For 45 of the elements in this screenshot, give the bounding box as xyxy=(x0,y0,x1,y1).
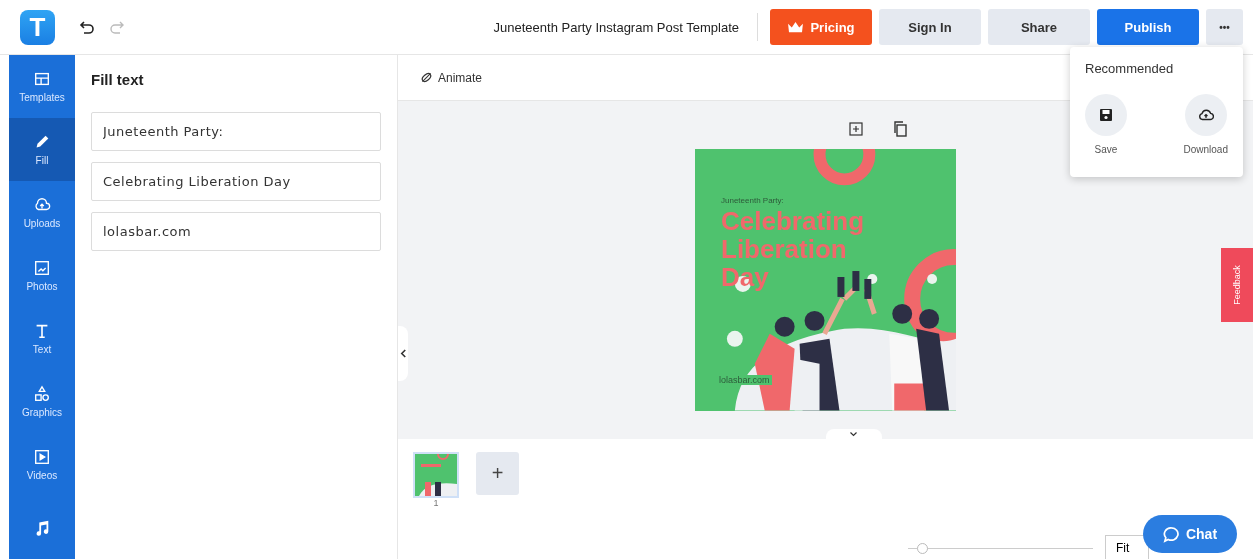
design-headline: Celebrating Liberation Day xyxy=(721,207,866,291)
header-button[interactable]: ••• xyxy=(1206,9,1243,45)
header-button[interactable]: Sign In xyxy=(879,9,981,45)
design-subtitle: Juneteenth Party: xyxy=(721,196,784,205)
templates-icon xyxy=(33,70,51,88)
nav-item[interactable]: Uploads xyxy=(9,181,75,244)
slider-thumb[interactable] xyxy=(917,542,929,554)
chevron-down-icon xyxy=(849,431,858,437)
page-thumbnail[interactable] xyxy=(413,452,459,498)
undo-icon[interactable] xyxy=(79,19,95,35)
chevron-left-icon xyxy=(399,348,407,359)
feedback-tab[interactable]: Feedback xyxy=(1221,248,1253,322)
cloud-upload-icon xyxy=(1197,107,1214,123)
nav-item[interactable]: Photos xyxy=(9,244,75,307)
design-footer-text: lolasbar.com xyxy=(717,375,772,385)
crown-icon xyxy=(787,20,805,34)
animate-icon xyxy=(420,71,433,84)
nav-item[interactable]: Graphics xyxy=(9,370,75,433)
zoom-fit-dropdown[interactable]: Fit xyxy=(1105,535,1149,559)
nav-item[interactable]: Videos xyxy=(9,433,75,496)
nav-item[interactable]: Fill xyxy=(9,118,75,181)
nav-item[interactable]: Text xyxy=(9,307,75,370)
text-field[interactable]: lolasbar.com xyxy=(91,212,381,251)
text-field[interactable]: Juneteenth Party: xyxy=(91,112,381,151)
page-number: 1 xyxy=(433,498,439,508)
header-button[interactable]: Publish xyxy=(1097,9,1199,45)
menu-heading: Recommended xyxy=(1085,61,1175,76)
text-field[interactable]: Celebrating Liberation Day xyxy=(91,162,381,201)
nav-item[interactable]: Templates xyxy=(9,55,75,118)
chat-bubble-icon xyxy=(1162,525,1180,543)
app-logo[interactable]: T xyxy=(20,9,55,45)
add-page-icon[interactable] xyxy=(848,121,863,137)
graphics-icon xyxy=(33,385,51,403)
animate-button[interactable]: Animate xyxy=(420,70,483,85)
add-page-button[interactable]: + xyxy=(476,452,519,495)
document-title[interactable]: Juneteenth Party Instagram Post Template xyxy=(493,19,739,35)
video-icon xyxy=(33,448,51,466)
chat-button[interactable]: Chat xyxy=(1143,515,1237,553)
photo-icon xyxy=(33,259,51,277)
panel-title: Fill text xyxy=(91,71,145,88)
copy-icon[interactable] xyxy=(892,121,907,137)
design-canvas[interactable]: Juneteenth Party: Celebrating Liberation Day lolasbar.com xyxy=(695,149,956,411)
header-button[interactable]: Pricing xyxy=(770,9,872,45)
header-button[interactable]: Share xyxy=(988,9,1090,45)
collapse-panel-tab[interactable] xyxy=(398,326,408,381)
